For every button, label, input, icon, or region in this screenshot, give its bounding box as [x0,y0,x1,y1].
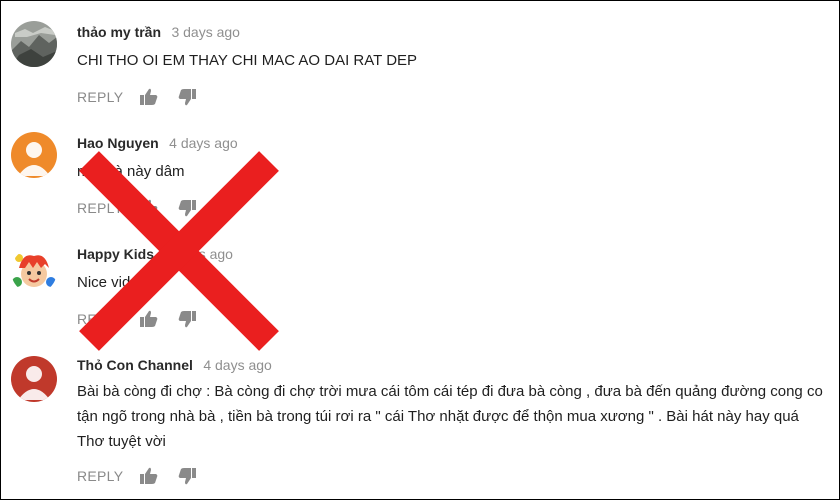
default-avatar-icon [11,132,57,178]
comment-timestamp[interactable]: 4 days ago [203,357,272,373]
comment-timestamp[interactable]: 4 days ago [169,135,238,151]
avatar[interactable] [11,21,57,67]
thumbs-up-icon[interactable] [139,87,159,112]
red-x-mark-icon [79,151,279,351]
comments-panel: thảo my trần 3 days ago CHI THO OI EM TH… [0,0,840,500]
default-avatar-icon [11,356,57,402]
comment-text: Bài bà còng đi chợ : Bà còng đi chợ trời… [77,379,823,454]
thumbs-down-icon[interactable] [177,87,197,112]
comment-text-line: Bài bà còng đi chợ : Bà còng đi chợ trời… [77,383,823,400]
comment-text-line: tận ngõ trong nhà bà , tiền bà trong túi… [77,408,799,425]
comment-text-line: CHI THO OI EM THAY CHI MAC AO DAI RAT DE… [77,52,418,69]
avatar[interactable] [11,356,57,402]
thumbs-up-icon[interactable] [139,466,159,491]
avatar[interactable] [11,132,57,178]
comment-text: CHI THO OI EM THAY CHI MAC AO DAI RAT DE… [77,48,417,73]
comment-timestamp[interactable]: 3 days ago [171,24,240,40]
comment-text-line: Thơ tuyệt vời [77,433,166,450]
cartoon-avatar-icon [11,248,57,294]
comment-item: thảo my trần 3 days ago CHI THO OI EM TH… [1,1,839,111]
comment-item: Thỏ Con Channel 4 days ago Bài bà còng đ… [1,334,839,499]
reply-button[interactable]: REPLY [77,466,123,486]
reply-button[interactable]: REPLY [77,87,123,107]
comment-author[interactable]: Hao Nguyen [77,135,159,151]
avatar-photo-icon [11,21,57,67]
comment-author[interactable]: thảo my trần [77,24,161,40]
comment-author[interactable]: Thỏ Con Channel [77,357,193,373]
thumbs-down-icon[interactable] [177,466,197,491]
avatar[interactable] [11,248,57,294]
